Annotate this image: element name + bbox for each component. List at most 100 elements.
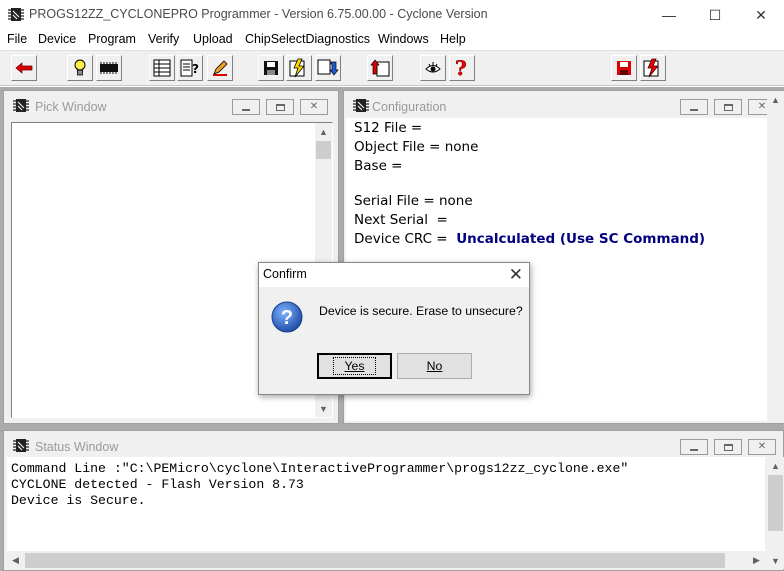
svg-text:?: ?	[281, 307, 293, 329]
maximize-button[interactable]: ☐	[692, 0, 738, 30]
menu-program[interactable]: Program	[88, 32, 136, 46]
chip-button[interactable]	[96, 55, 122, 81]
minimize-icon	[690, 449, 698, 451]
view-button[interactable]	[420, 55, 446, 81]
status-horizontal-scrollbar[interactable]: ◀ ▶	[7, 552, 765, 569]
pen-button[interactable]	[207, 55, 233, 81]
config-maximize-button[interactable]	[714, 99, 742, 115]
export-button[interactable]	[367, 55, 393, 81]
save-red-icon	[617, 61, 631, 75]
confirm-dialog-message: Device is secure. Erase to unsecure?	[319, 304, 523, 318]
status-line-secure: Device is Secure.	[11, 493, 146, 508]
status-maximize-button[interactable]	[714, 439, 742, 455]
status-vertical-scrollbar[interactable]: ▲ ▼	[767, 457, 784, 569]
question-icon: ?	[271, 301, 303, 333]
eye-icon	[425, 62, 441, 73]
serial-file-line: Serial File = none	[354, 193, 473, 209]
configuration-window-titlebar[interactable]: Configuration ✕	[344, 91, 783, 121]
app-icon	[13, 99, 29, 112]
flash-button[interactable]	[286, 55, 312, 81]
scroll-down-icon[interactable]: ▼	[315, 400, 332, 417]
status-log[interactable]: Command Line :"C:\PEMicro\cyclone\Intera…	[7, 457, 765, 551]
minimize-button[interactable]: —	[646, 0, 692, 30]
close-icon[interactable]: ✕	[509, 265, 523, 285]
menu-bar: File Device Program Verify Upload ChipSe…	[0, 30, 784, 50]
menu-upload[interactable]: Upload	[193, 32, 233, 46]
status-minimize-button[interactable]	[680, 439, 708, 455]
scroll-up-icon[interactable]: ▲	[315, 123, 332, 140]
help-button[interactable]: ?	[449, 55, 475, 81]
close-button[interactable]: ✕	[738, 0, 784, 30]
menu-windows[interactable]: Windows	[378, 32, 429, 46]
help-doc-button[interactable]: ?	[177, 55, 203, 81]
scroll-down-icon[interactable]: ▼	[767, 552, 784, 569]
menu-device[interactable]: Device	[38, 32, 76, 46]
save-red-button[interactable]	[611, 55, 637, 81]
scroll-thumb[interactable]	[25, 553, 725, 568]
close-icon: ✕	[757, 441, 767, 452]
menu-file[interactable]: File	[7, 32, 27, 46]
table-button[interactable]	[149, 55, 175, 81]
config-vertical-scrollbar[interactable]: ▲	[767, 91, 784, 423]
next-serial-line: Next Serial =	[354, 212, 448, 228]
app-icon	[13, 439, 29, 452]
confirm-dialog-title: Confirm	[263, 267, 307, 281]
app-icon	[8, 8, 24, 21]
import-button[interactable]	[315, 55, 341, 81]
lightbulb-button[interactable]	[67, 55, 93, 81]
save-button[interactable]	[258, 55, 284, 81]
flash-red-icon	[643, 58, 659, 78]
maximize-icon	[723, 443, 733, 451]
no-button[interactable]: No	[397, 353, 472, 379]
help-doc-icon: ?	[180, 59, 199, 77]
object-file-line: Object File = none	[354, 139, 479, 155]
window-title: PROGS12ZZ_CYCLONEPRO Programmer - Versio…	[29, 7, 488, 21]
flash-icon	[289, 58, 305, 78]
status-window-title: Status Window	[35, 440, 119, 454]
scroll-right-icon[interactable]: ▶	[748, 552, 765, 569]
pick-window-title: Pick Window	[35, 100, 107, 114]
confirm-dialog-titlebar[interactable]: Confirm ✕	[259, 263, 529, 287]
export-icon	[370, 59, 390, 77]
back-arrow-icon	[15, 62, 33, 74]
menu-verify[interactable]: Verify	[148, 32, 179, 46]
pick-close-button[interactable]: ✕	[300, 99, 328, 115]
scroll-up-icon[interactable]: ▲	[767, 91, 784, 108]
menu-chipselectdiagnostics[interactable]: ChipSelectDiagnostics	[245, 32, 370, 46]
flash-red-button[interactable]	[640, 55, 666, 81]
pick-minimize-button[interactable]	[232, 99, 260, 115]
maximize-icon	[275, 103, 285, 111]
base-line: Base =	[354, 158, 403, 174]
device-crc-value: Uncalculated (Use SC Command)	[456, 231, 706, 247]
yes-button-label: Yes	[333, 357, 376, 375]
title-bar: PROGS12ZZ_CYCLONEPRO Programmer - Versio…	[0, 0, 784, 30]
pen-icon	[213, 60, 228, 76]
scroll-left-icon[interactable]: ◀	[7, 552, 24, 569]
scroll-up-icon[interactable]: ▲	[767, 457, 784, 474]
chip-icon	[100, 62, 118, 74]
status-window: Status Window ✕ Command Line :"C:\PEMicr…	[3, 430, 784, 571]
table-icon	[153, 59, 171, 77]
close-icon: ✕	[309, 101, 319, 112]
pick-window-titlebar[interactable]: Pick Window ✕	[4, 91, 338, 121]
status-close-button[interactable]: ✕	[748, 439, 776, 455]
scroll-thumb[interactable]	[768, 475, 783, 531]
no-button-label: No	[426, 359, 443, 373]
scroll-thumb[interactable]	[316, 141, 331, 159]
yes-button[interactable]: Yes	[317, 353, 392, 379]
app-icon	[353, 99, 369, 112]
close-icon: ✕	[757, 101, 767, 112]
config-minimize-button[interactable]	[680, 99, 708, 115]
maximize-icon	[723, 103, 733, 111]
pick-maximize-button[interactable]	[266, 99, 294, 115]
question-icon: ?	[455, 58, 467, 78]
menu-help[interactable]: Help	[440, 32, 466, 46]
confirm-dialog: Confirm ✕ ? Device is secure. Erase to u…	[258, 262, 530, 395]
toolbar: ? ?	[0, 50, 784, 86]
minimize-icon	[690, 109, 698, 111]
configuration-window-title: Configuration	[372, 100, 447, 114]
device-crc-line: Device CRC = Uncalculated (Use SC Comman…	[354, 231, 705, 247]
back-button[interactable]	[11, 55, 37, 81]
minimize-icon	[242, 109, 250, 111]
svg-text:?: ?	[455, 58, 467, 78]
